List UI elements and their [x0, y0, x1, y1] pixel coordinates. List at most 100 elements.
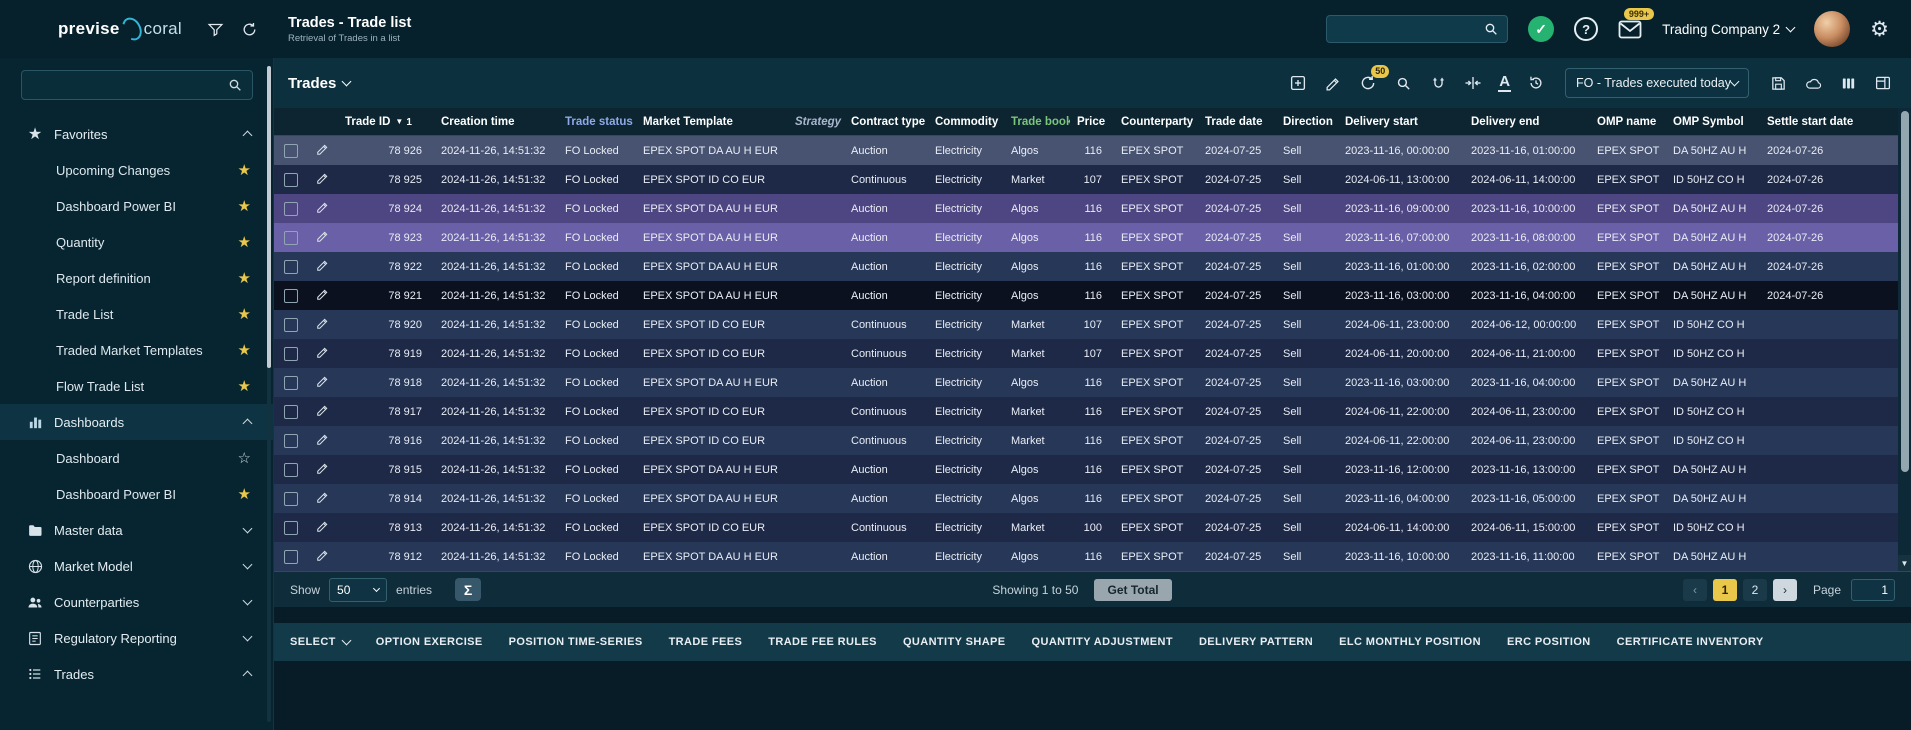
- history-icon[interactable]: [1526, 73, 1546, 93]
- row-edit-icon[interactable]: [316, 403, 330, 420]
- columns-icon[interactable]: [1838, 73, 1858, 93]
- sidebar-item[interactable]: Dashboard: [0, 440, 273, 476]
- fit-columns-icon[interactable]: [1463, 73, 1483, 93]
- layout-icon[interactable]: [1873, 73, 1893, 93]
- favorite-star-icon[interactable]: [238, 307, 251, 322]
- help-icon[interactable]: ?: [1574, 17, 1598, 41]
- sidebar-section-dashboards[interactable]: Dashboards: [0, 404, 273, 440]
- row-edit-icon[interactable]: [316, 316, 330, 333]
- bottom-tab[interactable]: POSITION TIME-SERIES: [509, 636, 643, 648]
- col-counterparty[interactable]: Counterparty: [1114, 116, 1198, 128]
- col-omp-name[interactable]: OMP name: [1590, 116, 1666, 128]
- row-checkbox[interactable]: [284, 289, 298, 303]
- scroll-down-button[interactable]: ▼: [1898, 555, 1911, 571]
- table-row[interactable]: 78 915 2024-11-26, 14:51:32 FO Locked EP…: [274, 455, 1898, 484]
- row-checkbox[interactable]: [284, 202, 298, 216]
- favorite-star-icon[interactable]: [238, 487, 251, 502]
- sidebar-section-trades[interactable]: Trades: [0, 656, 273, 692]
- sidebar-item[interactable]: Traded Market Templates: [0, 332, 273, 368]
- sidebar-section-regulatory-reporting[interactable]: Regulatory Reporting: [0, 620, 273, 656]
- sidebar-item[interactable]: Upcoming Changes: [0, 152, 273, 188]
- col-settle-start-date[interactable]: Settle start date: [1760, 116, 1898, 128]
- bottom-tab[interactable]: CERTIFICATE INVENTORY: [1617, 636, 1764, 648]
- bottom-tab[interactable]: QUANTITY ADJUSTMENT: [1032, 636, 1173, 648]
- row-edit-icon[interactable]: [316, 142, 330, 159]
- table-row[interactable]: 78 912 2024-11-26, 14:51:32 FO Locked EP…: [274, 542, 1898, 571]
- row-edit-icon[interactable]: [316, 432, 330, 449]
- col-trade-book[interactable]: Trade book: [1004, 116, 1070, 128]
- col-commodity[interactable]: Commodity: [928, 116, 1004, 128]
- sidebar-item[interactable]: Dashboard Power BI: [0, 188, 273, 224]
- sum-button[interactable]: Σ: [455, 578, 481, 601]
- view-preset-dropdown[interactable]: FO - Trades executed today: [1565, 68, 1749, 98]
- row-edit-icon[interactable]: [316, 548, 330, 565]
- col-trade-date[interactable]: Trade date: [1198, 116, 1276, 128]
- refresh-icon[interactable]: [240, 20, 258, 38]
- avatar[interactable]: [1814, 11, 1850, 47]
- row-checkbox[interactable]: [284, 260, 298, 274]
- row-edit-icon[interactable]: [316, 229, 330, 246]
- table-row[interactable]: 78 916 2024-11-26, 14:51:32 FO Locked EP…: [274, 426, 1898, 455]
- page-1-button[interactable]: 1: [1713, 579, 1737, 601]
- sidebar-item[interactable]: Report definition: [0, 260, 273, 296]
- col-contract-type[interactable]: Contract type: [844, 116, 928, 128]
- bottom-tab[interactable]: TRADE FEES: [669, 636, 743, 648]
- sidebar-scrollbar-thumb[interactable]: [267, 66, 271, 368]
- row-edit-icon[interactable]: [316, 287, 330, 304]
- sidebar-search-input[interactable]: [31, 78, 227, 92]
- search-icon[interactable]: [1393, 73, 1413, 93]
- page-number-input[interactable]: [1851, 579, 1895, 601]
- bottom-tab[interactable]: DELIVERY PATTERN: [1199, 636, 1313, 648]
- row-checkbox[interactable]: [284, 173, 298, 187]
- table-row[interactable]: 78 926 2024-11-26, 14:51:32 FO Locked EP…: [274, 136, 1898, 165]
- col-trade-id[interactable]: Trade ID▼1: [338, 116, 434, 128]
- font-icon[interactable]: A: [1498, 74, 1511, 93]
- row-checkbox[interactable]: [284, 550, 298, 564]
- table-row[interactable]: 78 922 2024-11-26, 14:51:32 FO Locked EP…: [274, 252, 1898, 281]
- table-row[interactable]: 78 917 2024-11-26, 14:51:32 FO Locked EP…: [274, 397, 1898, 426]
- favorite-star-icon[interactable]: [238, 343, 251, 358]
- favorite-star-icon[interactable]: [238, 199, 251, 214]
- refresh-icon[interactable]: 50: [1358, 73, 1378, 93]
- row-checkbox[interactable]: [284, 434, 298, 448]
- save-icon[interactable]: [1768, 73, 1788, 93]
- search-icon[interactable]: [1483, 21, 1499, 37]
- sidebar-section-counterparties[interactable]: Counterparties: [0, 584, 273, 620]
- favorite-star-icon[interactable]: [238, 235, 251, 250]
- row-edit-icon[interactable]: [316, 171, 330, 188]
- grid-view-selector[interactable]: Trades: [288, 75, 350, 92]
- row-edit-icon[interactable]: [316, 374, 330, 391]
- magnet-icon[interactable]: [1428, 73, 1448, 93]
- table-row[interactable]: 78 913 2024-11-26, 14:51:32 FO Locked EP…: [274, 513, 1898, 542]
- col-omp-symbol[interactable]: OMP Symbol: [1666, 116, 1760, 128]
- col-price[interactable]: Price: [1070, 116, 1114, 128]
- add-row-icon[interactable]: [1288, 73, 1308, 93]
- company-selector[interactable]: Trading Company 2: [1662, 22, 1794, 37]
- bottom-tab[interactable]: OPTION EXERCISE: [376, 636, 483, 648]
- sidebar-item[interactable]: Flow Trade List: [0, 368, 273, 404]
- grid-scrollbar[interactable]: ▼: [1898, 108, 1911, 571]
- bottom-tab[interactable]: QUANTITY SHAPE: [903, 636, 1006, 648]
- tab-select[interactable]: SELECT: [290, 636, 350, 648]
- sidebar-scrollbar[interactable]: [267, 66, 271, 722]
- favorite-star-icon[interactable]: [238, 451, 251, 466]
- col-market-template[interactable]: Market Template: [636, 116, 788, 128]
- row-edit-icon[interactable]: [316, 258, 330, 275]
- page-size-select[interactable]: 50: [329, 578, 387, 602]
- table-row[interactable]: 78 921 2024-11-26, 14:51:32 FO Locked EP…: [274, 281, 1898, 310]
- row-checkbox[interactable]: [284, 231, 298, 245]
- grid-scrollbar-thumb[interactable]: [1901, 111, 1909, 472]
- col-creation-time[interactable]: Creation time: [434, 116, 558, 128]
- table-row[interactable]: 78 914 2024-11-26, 14:51:32 FO Locked EP…: [274, 484, 1898, 513]
- next-page-button[interactable]: ›: [1773, 579, 1797, 601]
- bottom-tab[interactable]: TRADE FEE RULES: [768, 636, 877, 648]
- sidebar-item[interactable]: Trade List: [0, 296, 273, 332]
- row-checkbox[interactable]: [284, 318, 298, 332]
- notifications-mail[interactable]: 999+: [1618, 20, 1642, 39]
- col-delivery-end[interactable]: Delivery end: [1464, 116, 1590, 128]
- row-checkbox[interactable]: [284, 376, 298, 390]
- prev-page-button[interactable]: ‹: [1683, 579, 1707, 601]
- row-checkbox[interactable]: [284, 463, 298, 477]
- sidebar-section-market-model[interactable]: Market Model: [0, 548, 273, 584]
- sidebar-item[interactable]: Quantity: [0, 224, 273, 260]
